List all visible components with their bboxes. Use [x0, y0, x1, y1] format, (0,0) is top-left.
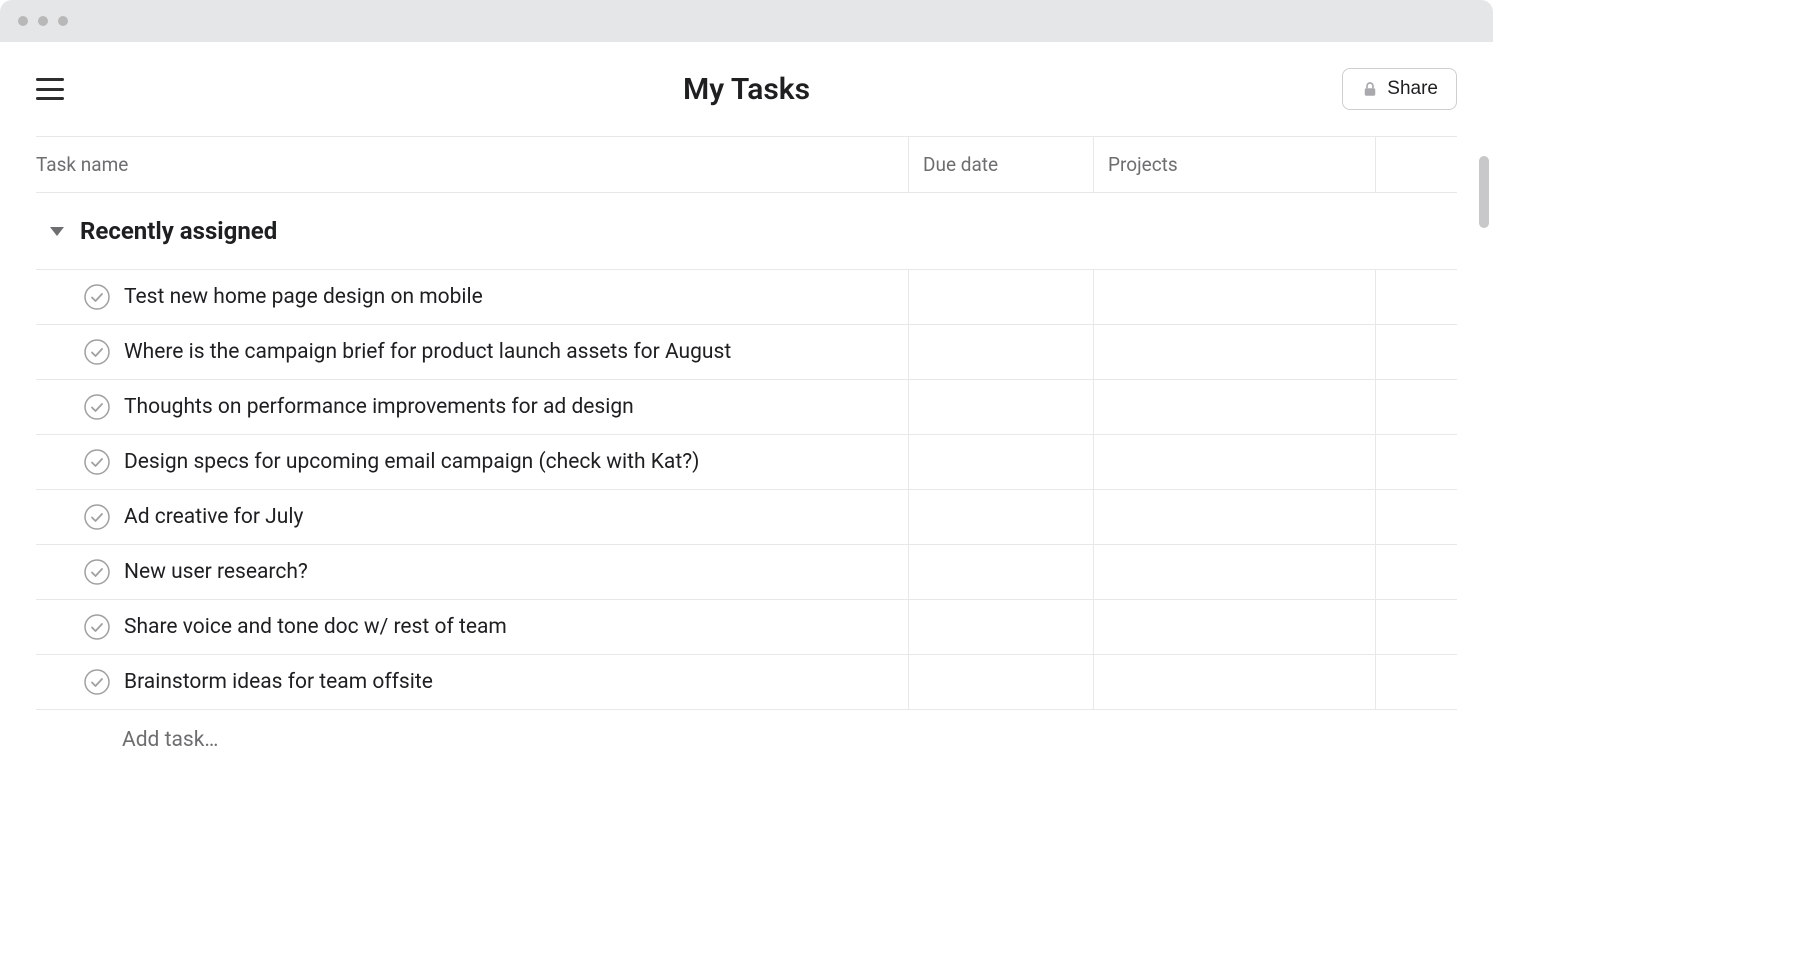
add-task-placeholder: Add task… [122, 728, 218, 752]
task-cell: Share voice and tone doc w/ rest of team [36, 600, 909, 654]
task-name-label: Thoughts on performance improvements for… [124, 395, 634, 419]
task-row[interactable]: Test new home page design on mobile [36, 270, 1457, 325]
app-window: My Tasks Share Task name Due date Projec… [0, 0, 1493, 770]
projects-cell[interactable] [1094, 270, 1376, 324]
task-row[interactable]: Design specs for upcoming email campaign… [36, 435, 1457, 490]
section-title: Recently assigned [80, 217, 277, 245]
projects-cell[interactable] [1094, 435, 1376, 489]
due-date-cell[interactable] [909, 380, 1094, 434]
check-circle-icon[interactable] [84, 449, 110, 475]
task-cell: Design specs for upcoming email campaign… [36, 435, 909, 489]
due-date-cell[interactable] [909, 490, 1094, 544]
projects-cell[interactable] [1094, 325, 1376, 379]
window-titlebar [0, 0, 1493, 42]
share-button-label: Share [1387, 78, 1438, 100]
task-row[interactable]: New user research? [36, 545, 1457, 600]
content-area: Task name Due date Projects Recently ass… [0, 136, 1493, 770]
check-circle-icon[interactable] [84, 669, 110, 695]
projects-cell[interactable] [1094, 380, 1376, 434]
task-list: Test new home page design on mobile Where… [36, 270, 1457, 710]
column-header-extra[interactable] [1376, 137, 1457, 192]
scrollbar-thumb[interactable] [1479, 156, 1489, 228]
check-circle-icon[interactable] [84, 559, 110, 585]
check-circle-icon[interactable] [84, 339, 110, 365]
add-task-row[interactable]: Add task… [36, 710, 1457, 770]
task-cell: Ad creative for July [36, 490, 909, 544]
task-cell: Thoughts on performance improvements for… [36, 380, 909, 434]
projects-cell[interactable] [1094, 655, 1376, 709]
projects-cell[interactable] [1094, 600, 1376, 654]
task-name-label: Test new home page design on mobile [124, 285, 483, 309]
task-name-label: Where is the campaign brief for product … [124, 340, 731, 364]
section-header-recently-assigned[interactable]: Recently assigned [36, 193, 1457, 270]
extra-cell[interactable] [1376, 270, 1457, 324]
extra-cell[interactable] [1376, 325, 1457, 379]
window-control-maximize[interactable] [58, 16, 68, 26]
task-name-label: Brainstorm ideas for team offsite [124, 670, 433, 694]
chevron-down-icon [50, 227, 64, 236]
check-circle-icon[interactable] [84, 614, 110, 640]
task-name-label: Design specs for upcoming email campaign… [124, 450, 699, 474]
column-header-projects[interactable]: Projects [1094, 137, 1376, 192]
lock-icon [1361, 80, 1379, 98]
extra-cell[interactable] [1376, 545, 1457, 599]
extra-cell[interactable] [1376, 435, 1457, 489]
check-circle-icon[interactable] [84, 504, 110, 530]
task-row[interactable]: Where is the campaign brief for product … [36, 325, 1457, 380]
due-date-cell[interactable] [909, 600, 1094, 654]
task-cell: Test new home page design on mobile [36, 270, 909, 324]
due-date-cell[interactable] [909, 655, 1094, 709]
page-header: My Tasks Share [0, 42, 1493, 136]
column-header-due-date[interactable]: Due date [909, 137, 1094, 192]
window-control-close[interactable] [18, 16, 28, 26]
page-title: My Tasks [683, 72, 810, 107]
projects-cell[interactable] [1094, 545, 1376, 599]
share-button[interactable]: Share [1342, 68, 1457, 110]
table-header-row: Task name Due date Projects [36, 136, 1457, 193]
due-date-cell[interactable] [909, 545, 1094, 599]
task-name-label: New user research? [124, 560, 308, 584]
column-header-task-name[interactable]: Task name [36, 137, 909, 192]
task-name-label: Ad creative for July [124, 505, 303, 529]
projects-cell[interactable] [1094, 490, 1376, 544]
task-row[interactable]: Thoughts on performance improvements for… [36, 380, 1457, 435]
task-row[interactable]: Brainstorm ideas for team offsite [36, 655, 1457, 710]
window-control-minimize[interactable] [38, 16, 48, 26]
check-circle-icon[interactable] [84, 284, 110, 310]
check-circle-icon[interactable] [84, 394, 110, 420]
extra-cell[interactable] [1376, 655, 1457, 709]
task-row[interactable]: Share voice and tone doc w/ rest of team [36, 600, 1457, 655]
task-cell: Where is the campaign brief for product … [36, 325, 909, 379]
task-row[interactable]: Ad creative for July [36, 490, 1457, 545]
due-date-cell[interactable] [909, 325, 1094, 379]
extra-cell[interactable] [1376, 600, 1457, 654]
extra-cell[interactable] [1376, 490, 1457, 544]
extra-cell[interactable] [1376, 380, 1457, 434]
task-cell: New user research? [36, 545, 909, 599]
task-name-label: Share voice and tone doc w/ rest of team [124, 615, 507, 639]
menu-icon[interactable] [36, 78, 64, 100]
due-date-cell[interactable] [909, 270, 1094, 324]
due-date-cell[interactable] [909, 435, 1094, 489]
task-cell: Brainstorm ideas for team offsite [36, 655, 909, 709]
